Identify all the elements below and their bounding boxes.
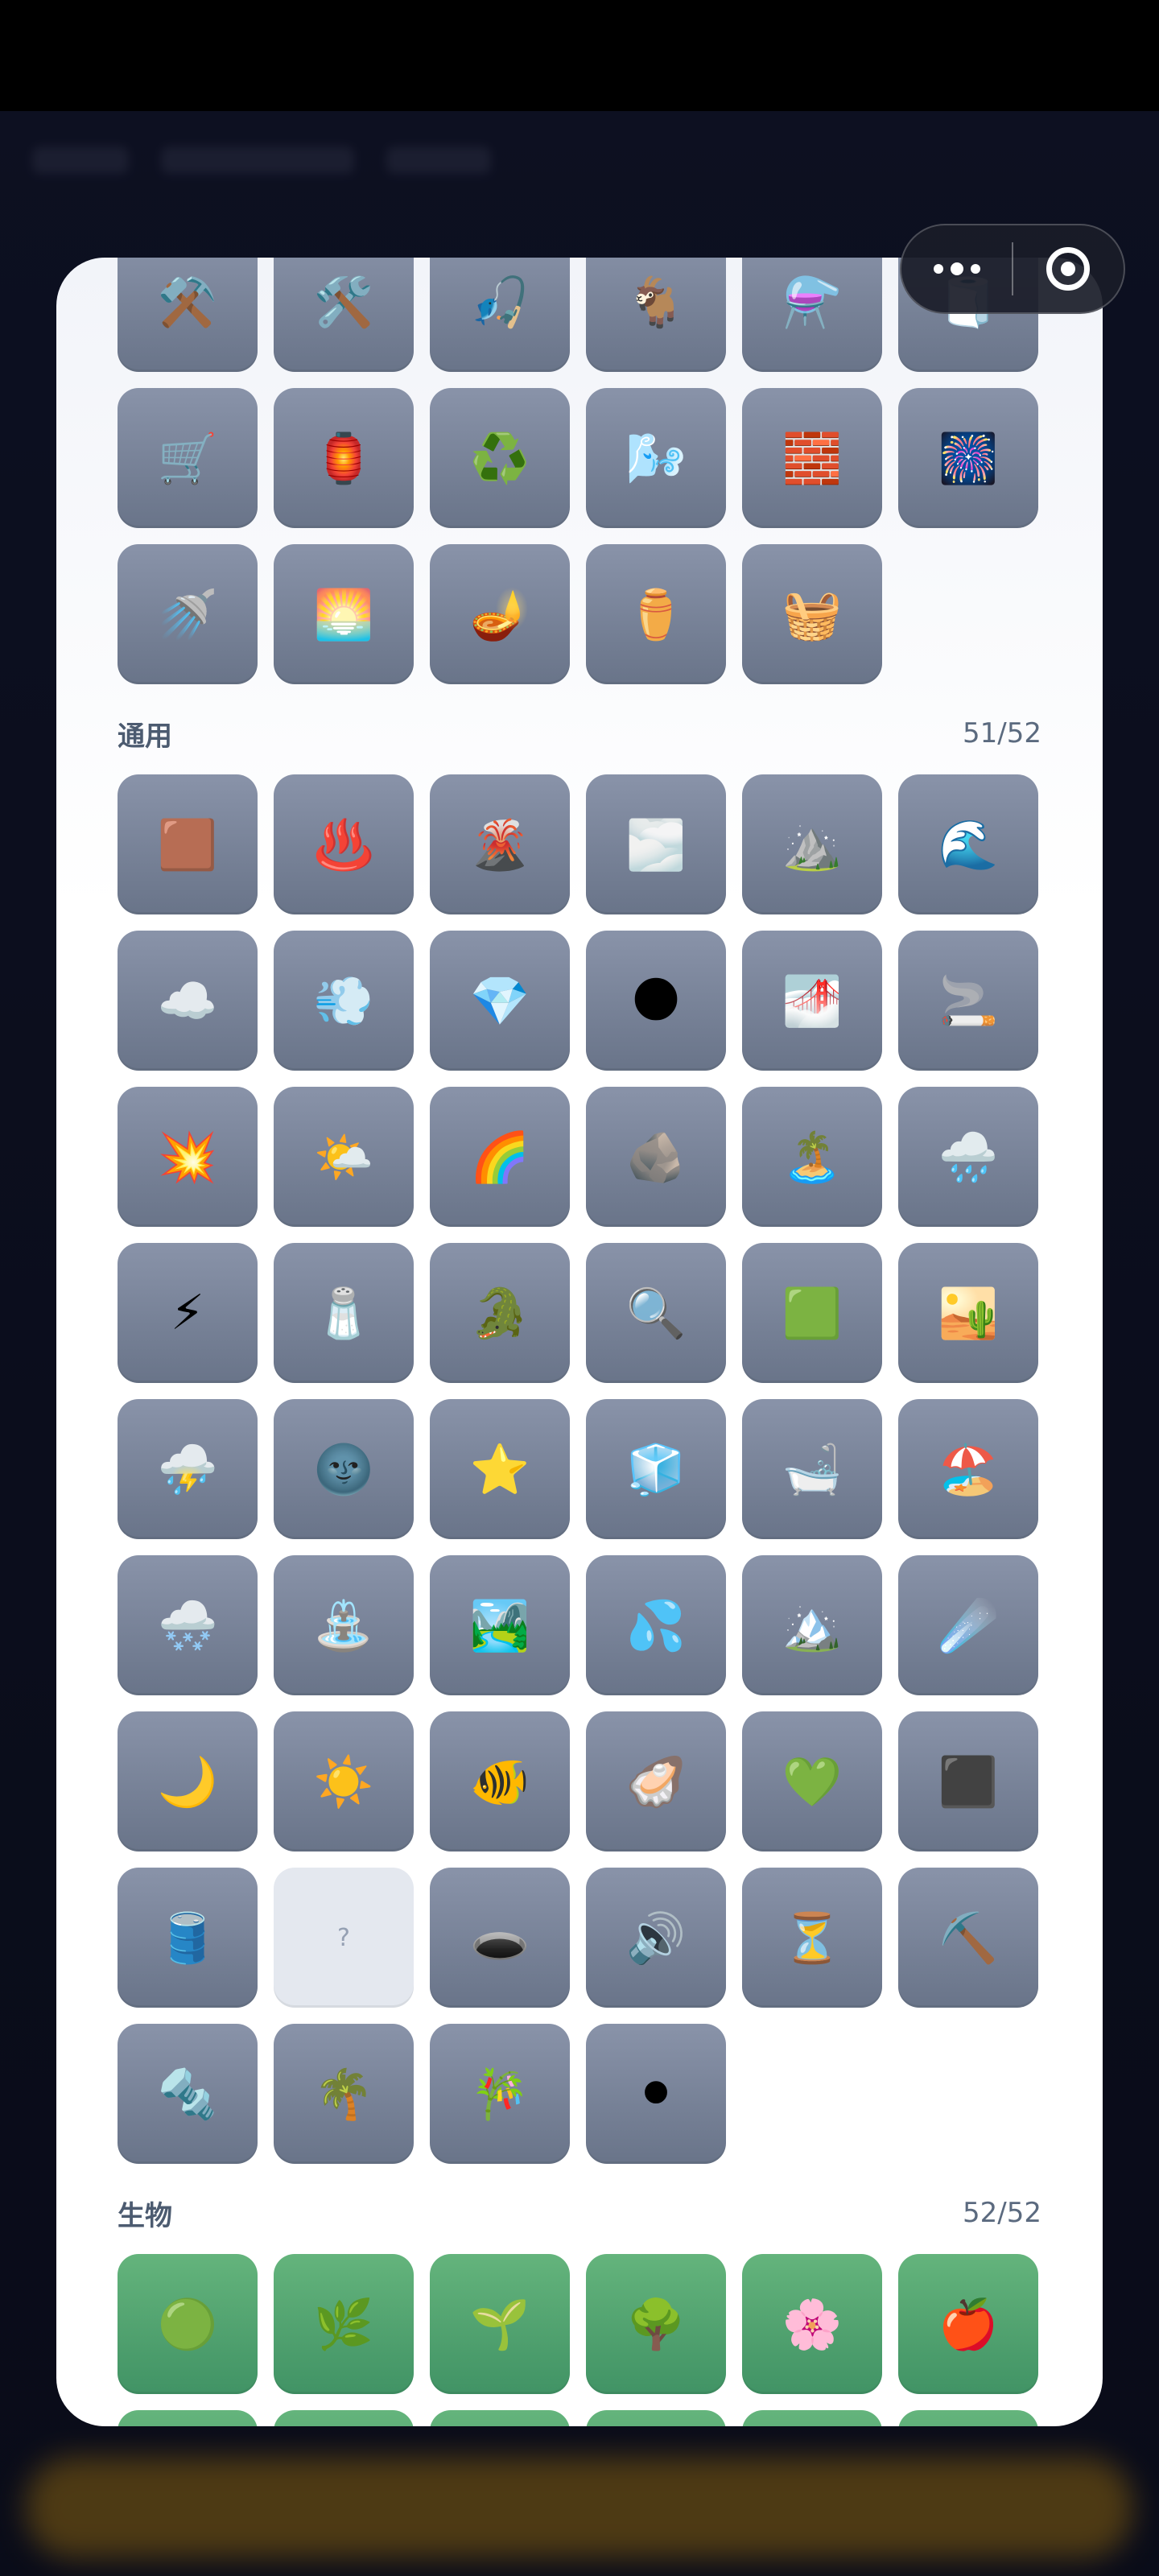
- element-tile[interactable]: 🎣: [430, 258, 570, 372]
- element-tile[interactable]: 🛁: [742, 1399, 882, 1539]
- element-tile[interactable]: 🟢: [118, 2254, 258, 2394]
- element-tile[interactable]: 💚: [742, 1711, 882, 1852]
- element-tile[interactable]: ☀️: [274, 1711, 414, 1852]
- element-tile[interactable]: 🏜️: [898, 1243, 1038, 1383]
- element-tile[interactable]: 🔩: [118, 2024, 258, 2164]
- element-tile[interactable]: 🌬️: [586, 388, 726, 528]
- element-tile[interactable]: [274, 2410, 414, 2426]
- element-tile[interactable]: [430, 2410, 570, 2426]
- element-tile[interactable]: 🌅: [274, 544, 414, 684]
- element-tile[interactable]: 🌸: [742, 2254, 882, 2394]
- creature-items-grid: 🟢 🌿 🌱 🌳 🌸 🍎: [56, 2254, 1103, 2426]
- section-count: 51/52: [963, 717, 1041, 749]
- section-header-creatures: 生物 52/52: [56, 2186, 1103, 2240]
- element-tile[interactable]: 🌑: [586, 931, 726, 1071]
- element-tile[interactable]: 🧺: [742, 544, 882, 684]
- element-tile[interactable]: 🎋: [430, 2024, 570, 2164]
- element-tile[interactable]: 🚿: [118, 544, 258, 684]
- element-tile[interactable]: [898, 2410, 1038, 2426]
- section-title: 生物: [118, 2199, 172, 2232]
- element-tile[interactable]: ⛏️: [898, 1868, 1038, 2008]
- element-tile[interactable]: ♻️: [430, 388, 570, 528]
- element-tile[interactable]: 🏖️: [898, 1399, 1038, 1539]
- element-tile[interactable]: ⚗️: [742, 258, 882, 372]
- element-tile[interactable]: [118, 2410, 258, 2426]
- element-tile[interactable]: 🛒: [118, 388, 258, 528]
- element-tile[interactable]: 🔊: [586, 1868, 726, 2008]
- section-count: 52/52: [963, 2197, 1041, 2229]
- element-tile[interactable]: 🌙: [118, 1711, 258, 1852]
- element-tile[interactable]: 🌊: [898, 774, 1038, 914]
- element-tile[interactable]: 🧊: [586, 1399, 726, 1539]
- element-tile[interactable]: 🌈: [430, 1087, 570, 1227]
- element-tile[interactable]: 🛢️: [118, 1868, 258, 2008]
- element-tile[interactable]: 🕳️: [430, 1868, 570, 2008]
- element-tile[interactable]: ⛰️: [742, 774, 882, 914]
- element-tile[interactable]: 🪔: [430, 544, 570, 684]
- element-tile[interactable]: ⚱️: [586, 544, 726, 684]
- element-tile[interactable]: ⚫: [586, 2024, 726, 2164]
- element-tile[interactable]: 🧱: [742, 388, 882, 528]
- element-tile[interactable]: 🟩: [742, 1243, 882, 1383]
- target-close-icon[interactable]: [1013, 225, 1124, 312]
- element-tile[interactable]: 🦪: [586, 1711, 726, 1852]
- element-tile[interactable]: 🐐: [586, 258, 726, 372]
- element-tile[interactable]: 🛠️: [274, 258, 414, 372]
- element-tile[interactable]: 🌳: [586, 2254, 726, 2394]
- element-tile[interactable]: [586, 2410, 726, 2426]
- element-tile[interactable]: 🐠: [430, 1711, 570, 1852]
- element-tile[interactable]: 🏝️: [742, 1087, 882, 1227]
- element-tile[interactable]: 🌿: [274, 2254, 414, 2394]
- element-tile[interactable]: ♨️: [274, 774, 414, 914]
- element-tile[interactable]: 🪨: [586, 1087, 726, 1227]
- more-dots-icon[interactable]: [901, 225, 1012, 312]
- element-tile-locked[interactable]: ?: [274, 1868, 414, 2008]
- element-tile[interactable]: 🌨️: [118, 1555, 258, 1695]
- element-tile[interactable]: 💎: [430, 931, 570, 1071]
- element-tile[interactable]: 🏔️: [742, 1555, 882, 1695]
- element-tile[interactable]: 💦: [586, 1555, 726, 1695]
- element-tile[interactable]: 🎆: [898, 388, 1038, 528]
- element-tile[interactable]: 🌤️: [274, 1087, 414, 1227]
- miniprogram-capsule: [900, 224, 1125, 314]
- element-tile[interactable]: 🌴: [274, 2024, 414, 2164]
- element-tile[interactable]: ☁️: [118, 931, 258, 1071]
- elements-modal: ⚒️🛠️🎣🐐⚗️🧻🛒🏮♻️🌬️🧱🎆🚿🌅🪔⚱️🧺 通用 51/52 🟫♨️🌋🌫️⛰…: [56, 258, 1103, 2426]
- element-tile[interactable]: 🔍: [586, 1243, 726, 1383]
- element-tile[interactable]: 💥: [118, 1087, 258, 1227]
- section-title: 通用: [118, 720, 172, 753]
- general-items-grid: 🟫 ♨️ 🌋 🌫️ ⛰️ 🌊 ☁️ 💨 💎 🌑 🌁 🚬 💥 🌤️ 🌈 🪨 🏝️ 🌧️ ⚡ 🧂 🐊 🔍 🟩 🏜️ ⛈️ 🌚 ⭐ 🧊 🛁 🏖️…: [56, 774, 1103, 2164]
- element-tile[interactable]: ⛲: [274, 1555, 414, 1695]
- element-tile[interactable]: 🏮: [274, 388, 414, 528]
- top-items-grid: ⚒️🛠️🎣🐐⚗️🧻🛒🏮♻️🌬️🧱🎆🚿🌅🪔⚱️🧺: [56, 258, 1103, 684]
- element-tile[interactable]: 🚬: [898, 931, 1038, 1071]
- element-tile[interactable]: 🌚: [274, 1399, 414, 1539]
- element-tile[interactable]: 🏞️: [430, 1555, 570, 1695]
- element-tile[interactable]: ⭐: [430, 1399, 570, 1539]
- element-tile[interactable]: 🌫️: [586, 774, 726, 914]
- element-tile[interactable]: 🟫: [118, 774, 258, 914]
- element-tile[interactable]: 🌋: [430, 774, 570, 914]
- section-header-general: 通用 51/52: [56, 707, 1103, 760]
- elements-list[interactable]: ⚒️🛠️🎣🐐⚗️🧻🛒🏮♻️🌬️🧱🎆🚿🌅🪔⚱️🧺 通用 51/52 🟫♨️🌋🌫️⛰…: [56, 258, 1103, 2426]
- element-tile[interactable]: 🌁: [742, 931, 882, 1071]
- element-tile[interactable]: ⏳: [742, 1868, 882, 2008]
- element-tile[interactable]: 🐊: [430, 1243, 570, 1383]
- element-tile[interactable]: ⚒️: [118, 258, 258, 372]
- element-tile[interactable]: ⚡: [118, 1243, 258, 1383]
- element-tile[interactable]: 🍎: [898, 2254, 1038, 2394]
- element-tile[interactable]: 🌧️: [898, 1087, 1038, 1227]
- element-tile[interactable]: 🌱: [430, 2254, 570, 2394]
- status-bar: [0, 0, 1159, 111]
- element-tile[interactable]: 🧂: [274, 1243, 414, 1383]
- element-tile[interactable]: 💨: [274, 931, 414, 1071]
- element-tile[interactable]: [742, 2410, 882, 2426]
- element-tile[interactable]: ⛈️: [118, 1399, 258, 1539]
- element-tile[interactable]: ⬛: [898, 1711, 1038, 1852]
- element-tile[interactable]: ☄️: [898, 1555, 1038, 1695]
